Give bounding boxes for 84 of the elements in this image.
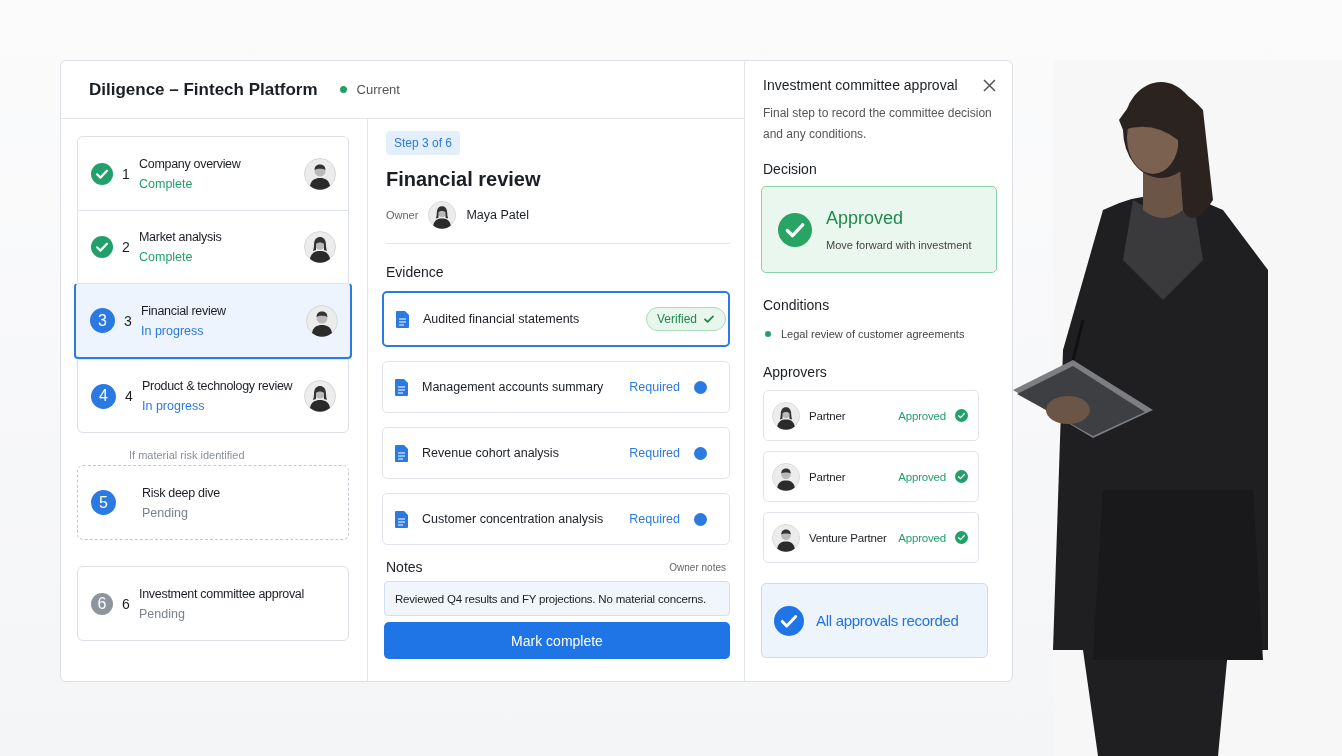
evidence-item[interactable]: Management accounts summary Required: [382, 361, 730, 413]
evidence-name: Customer concentration analysis: [422, 512, 605, 526]
step-title: Product & technology review: [142, 379, 294, 393]
mark-complete-button[interactable]: Mark complete: [384, 622, 730, 659]
step-number: 1: [122, 165, 131, 182]
step-title: Financial review: [141, 303, 227, 318]
step-title: Company overview: [139, 156, 242, 171]
verified-badge: Verified: [645, 307, 726, 331]
step-tag: Step 3 of 6: [386, 131, 461, 155]
approval-status: Approved: [898, 470, 946, 483]
document-icon: [395, 444, 408, 462]
owner-label: Owner: [386, 209, 419, 221]
summary-text: All approvals recorded: [816, 612, 959, 629]
step-heading: Financial review: [386, 168, 542, 191]
step-number-badge: 3: [90, 308, 115, 333]
document-icon: [396, 310, 409, 328]
step-number: 4: [125, 388, 134, 404]
required-status: Required: [629, 512, 680, 526]
decision-subtitle: Move forward with investment: [826, 239, 972, 251]
required-status: Required: [629, 446, 680, 460]
step-number-badge: 4: [91, 383, 116, 409]
step-title: Investment committee approval: [139, 586, 305, 601]
step-title: Market analysis: [139, 230, 223, 244]
avatar-icon: [772, 462, 800, 491]
step-number: 2: [122, 239, 131, 255]
notes-field[interactable]: Reviewed Q4 results and FY projections. No material concerns.: [384, 581, 730, 616]
step-status: Pending: [142, 505, 189, 520]
required-dot: [694, 446, 707, 460]
panel-title: Investment committee approval: [763, 77, 958, 93]
page-title: Diligence – Fintech Platform: [89, 79, 318, 100]
step-item[interactable]: 6 6 Investment committee approval Pending: [78, 567, 348, 640]
required-dot: [694, 380, 707, 394]
notes-label: Notes: [386, 559, 423, 575]
step-number-badge: 5: [91, 490, 116, 515]
approval-status: Approved: [898, 409, 946, 422]
required-dot: [694, 512, 707, 526]
step-number-badge: 6: [91, 592, 113, 615]
close-icon[interactable]: [983, 78, 996, 92]
avatar-icon: [428, 201, 457, 229]
step-item[interactable]: 5 Risk deep dive Pending: [78, 466, 348, 539]
decision-card[interactable]: Approved Move forward with investment: [761, 186, 997, 273]
document-icon: [395, 378, 408, 396]
section-heading: Evidence: [386, 264, 445, 280]
decision-title: Approved: [826, 208, 905, 229]
approval-status: Approved: [898, 531, 946, 544]
status-label: Current: [356, 82, 400, 97]
section-heading: Conditions: [763, 297, 831, 313]
notes-hint: Owner notes: [669, 561, 726, 573]
check-circle-icon: [91, 162, 113, 185]
check-circle-icon: [955, 531, 968, 544]
approver-role: Partner: [809, 409, 847, 422]
avatar-icon: [772, 401, 800, 430]
check-circle-icon: [91, 236, 113, 258]
owner-name: Maya Patel: [466, 208, 529, 222]
check-icon: [703, 313, 715, 325]
evidence-name: Audited financial statements: [423, 312, 581, 326]
panel-description: Final step to record the committee decision and any conditions.: [763, 105, 993, 143]
document-icon: [395, 510, 408, 528]
check-circle-icon: [774, 605, 804, 636]
evidence-name: Revenue cohort analysis: [422, 446, 560, 460]
step-status: Complete: [139, 250, 194, 264]
step-number: 3: [124, 312, 133, 329]
step-status: In progress: [142, 399, 206, 413]
step-status: Pending: [139, 606, 186, 621]
step-item[interactable]: 4 4 Product & technology review In progress: [78, 359, 348, 432]
approver-role: Partner: [809, 470, 847, 483]
step-status: Complete: [139, 176, 194, 191]
step-number: 6: [122, 595, 131, 612]
evidence-item[interactable]: Audited financial statements Verified: [382, 291, 730, 347]
section-heading: Approvers: [763, 364, 828, 380]
section-heading: Decision: [763, 161, 818, 177]
approver-role: Venture Partner: [809, 531, 888, 544]
evidence-name: Management accounts summary: [422, 380, 605, 394]
branch-label: If material risk identified: [129, 449, 246, 461]
required-status: Required: [629, 380, 680, 394]
evidence-item[interactable]: Revenue cohort analysis Required: [382, 427, 730, 479]
step-status: In progress: [141, 323, 205, 338]
check-circle-icon: [778, 212, 812, 247]
check-circle-icon: [955, 409, 968, 422]
step-title: Risk deep dive: [142, 485, 221, 500]
avatar-icon: [772, 523, 800, 552]
condition-text: Legal review of customer agreements: [781, 328, 965, 340]
evidence-item[interactable]: Customer concentration analysis Required: [382, 493, 730, 545]
check-circle-icon: [955, 470, 968, 483]
